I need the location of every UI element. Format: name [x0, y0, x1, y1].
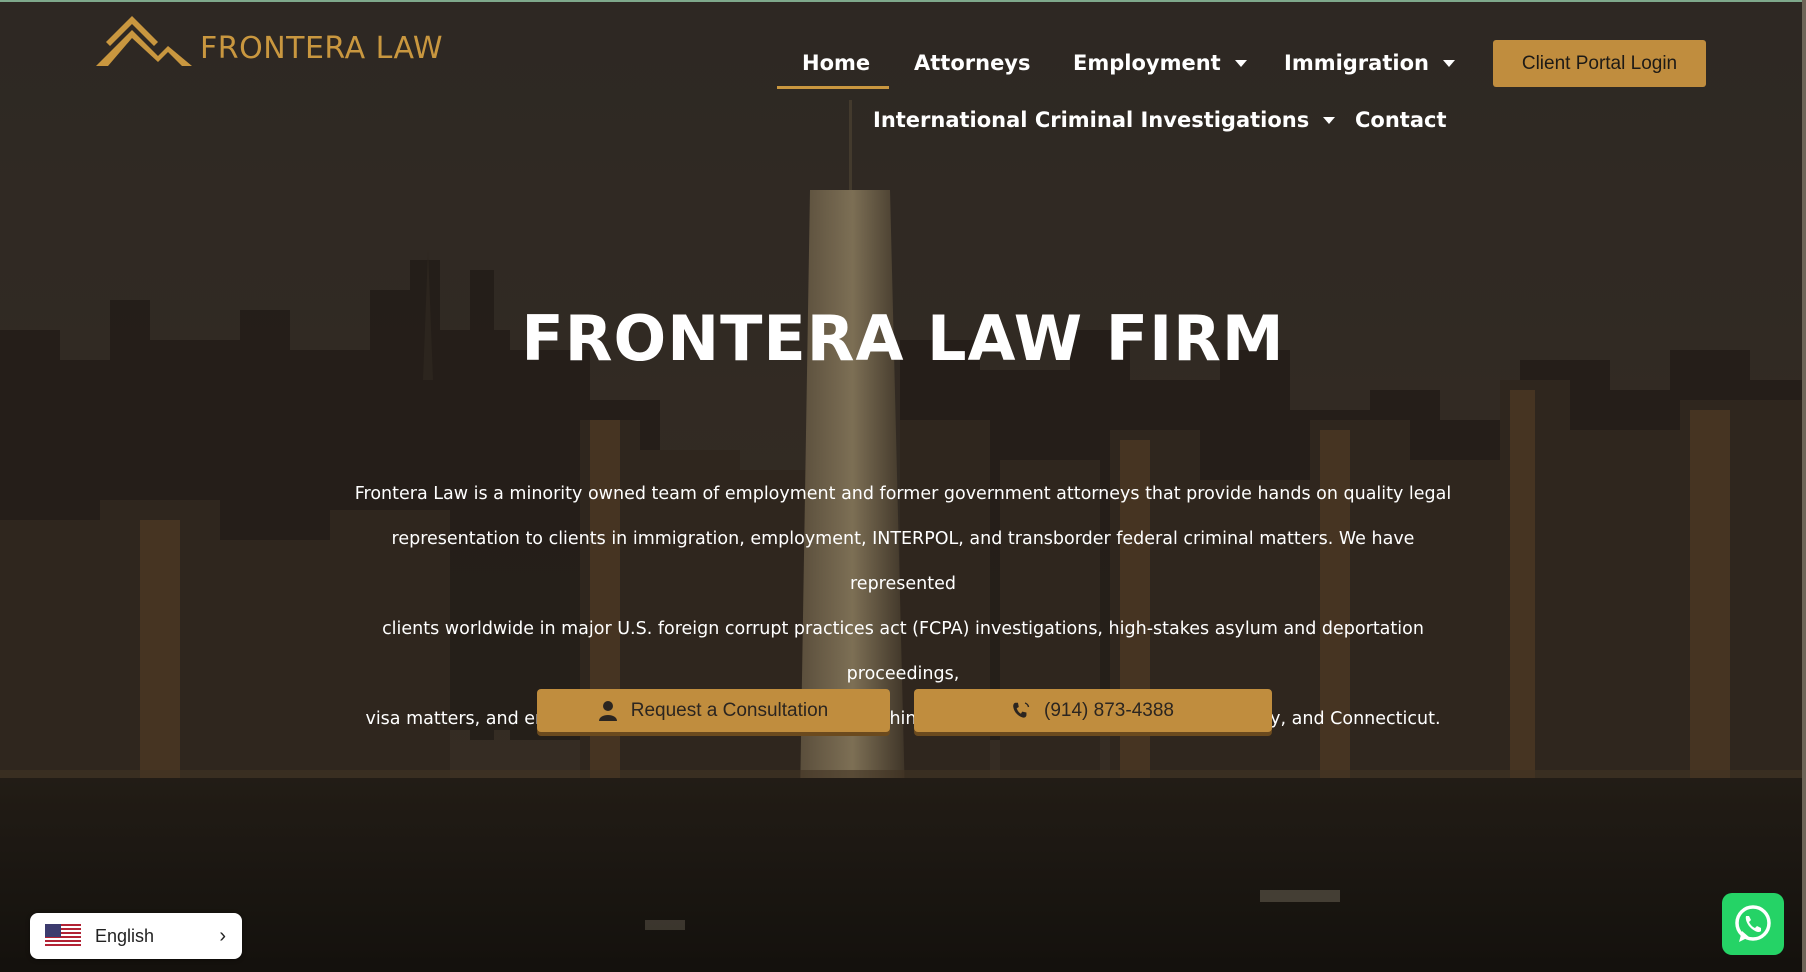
whatsapp-button[interactable] [1722, 893, 1784, 955]
request-consultation-label: Request a Consultation [630, 699, 829, 721]
caret-down-icon [1323, 116, 1336, 124]
nav-immigration[interactable]: Immigration [1284, 51, 1455, 75]
caret-down-icon [1234, 59, 1247, 67]
mountain-logo-icon [96, 16, 192, 66]
client-portal-login-button[interactable]: Client Portal Login [1493, 40, 1706, 87]
hero-description-line: Frontera Law is a minority owned team of… [354, 484, 1452, 504]
site-logo[interactable]: FRONTERA LAW [96, 16, 443, 66]
scrollbar[interactable] [1802, 0, 1806, 972]
chevron-right-icon: › [219, 924, 226, 947]
top-border [0, 0, 1806, 2]
nav-active-indicator [777, 86, 889, 89]
language-selector[interactable]: English › [30, 913, 242, 959]
phone-button[interactable]: (914) 873-4388 [914, 689, 1272, 732]
request-consultation-button[interactable]: Request a Consultation [537, 689, 890, 732]
hero-description: Frontera Law is a minority owned team of… [340, 472, 1466, 742]
phone-icon [1013, 701, 1030, 718]
nav-attorneys[interactable]: Attorneys [914, 51, 1031, 75]
user-icon [598, 700, 617, 721]
nav-immigration-label: Immigration [1284, 51, 1429, 75]
nav-international-label: International Criminal Investigations [873, 108, 1310, 132]
hero-description-line: representation to clients in immigration… [391, 529, 1415, 594]
caret-down-icon [1442, 59, 1455, 67]
hero-description-line: visa matters, and employment and discrim… [365, 709, 1441, 729]
nav-home[interactable]: Home [802, 51, 870, 75]
nav-international-criminal-investigations[interactable]: International Criminal Investigations [873, 108, 1336, 132]
nav-employment[interactable]: Employment [1073, 51, 1247, 75]
us-flag-icon [45, 924, 81, 948]
language-label: English [95, 925, 155, 946]
nav-employment-label: Employment [1073, 51, 1221, 75]
nav-contact[interactable]: Contact [1355, 108, 1447, 132]
phone-number-label: (914) 873-4388 [1044, 699, 1174, 721]
whatsapp-icon [1735, 905, 1771, 942]
hero-title: FRONTERA LAW FIRM [521, 302, 1285, 375]
logo-text: FRONTERA LAW [200, 31, 444, 66]
hero-description-line: clients worldwide in major U.S. foreign … [382, 619, 1424, 684]
